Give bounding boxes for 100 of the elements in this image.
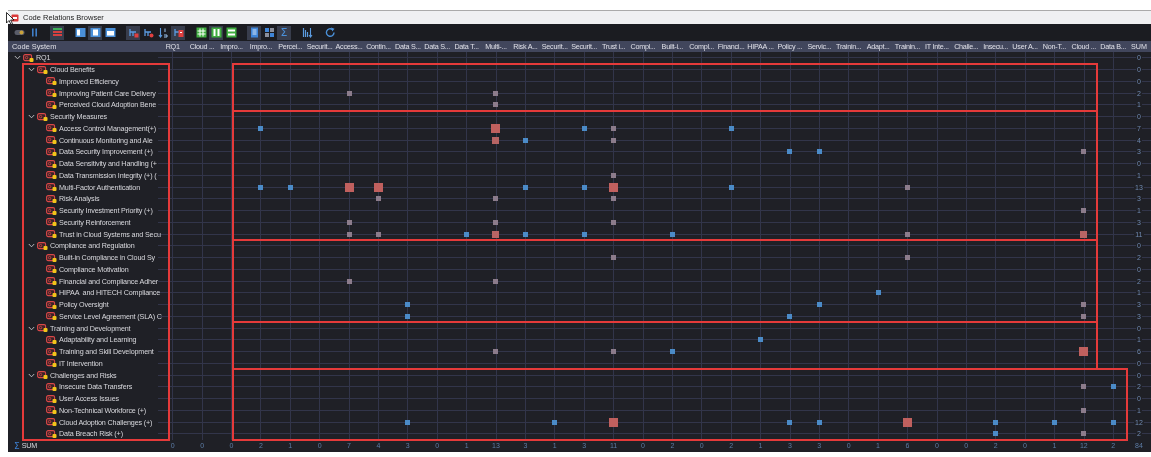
relation-marker[interactable] — [258, 125, 264, 131]
relation-marker[interactable] — [669, 349, 675, 355]
relation-marker[interactable] — [1110, 384, 1116, 390]
relation-marker[interactable] — [875, 290, 881, 296]
panel-icon — [104, 27, 116, 38]
relation-marker[interactable] — [1080, 230, 1088, 238]
relation-marker[interactable] — [902, 417, 912, 427]
tiles-button[interactable] — [262, 25, 276, 40]
relation-marker[interactable] — [1081, 431, 1087, 437]
relation-marker[interactable] — [611, 137, 617, 143]
relation-marker[interactable] — [904, 255, 910, 261]
relation-marker[interactable] — [1081, 208, 1087, 214]
document-button[interactable] — [247, 25, 261, 40]
relation-marker[interactable] — [904, 231, 910, 237]
columns-button[interactable] — [209, 25, 223, 40]
code-icon — [46, 159, 57, 168]
relation-marker[interactable] — [493, 278, 499, 284]
relation-marker[interactable] — [493, 349, 499, 355]
relation-marker[interactable] — [287, 184, 293, 190]
relation-marker[interactable] — [816, 149, 822, 155]
relation-marker[interactable] — [375, 231, 381, 237]
chevron-icon[interactable] — [28, 324, 35, 332]
nodes-button[interactable] — [126, 25, 140, 40]
relation-marker[interactable] — [522, 137, 528, 143]
relation-marker[interactable] — [552, 419, 558, 425]
relation-marker[interactable] — [464, 231, 470, 237]
relation-marker[interactable] — [816, 419, 822, 425]
relation-marker[interactable] — [1081, 407, 1087, 413]
relation-marker[interactable] — [493, 196, 499, 202]
code-icon — [46, 265, 57, 274]
number-sort-button[interactable] — [156, 25, 170, 40]
relation-marker[interactable] — [993, 431, 999, 437]
relation-marker[interactable] — [375, 196, 381, 202]
chevron-icon[interactable] — [28, 113, 35, 121]
code-icon — [46, 77, 57, 86]
relation-marker[interactable] — [611, 349, 617, 355]
chevron-icon[interactable] — [28, 371, 35, 379]
relation-marker[interactable] — [493, 219, 499, 225]
relation-marker[interactable] — [611, 172, 617, 178]
relation-marker[interactable] — [787, 149, 793, 155]
relation-marker[interactable] — [1081, 313, 1087, 319]
relation-marker[interactable] — [492, 136, 500, 144]
nodes-button[interactable] — [171, 25, 185, 40]
nodes-icon — [172, 27, 184, 38]
relation-marker[interactable] — [609, 182, 619, 192]
relation-marker[interactable] — [728, 184, 734, 190]
relation-marker[interactable] — [993, 419, 999, 425]
relation-marker[interactable] — [581, 231, 587, 237]
relation-marker[interactable] — [787, 313, 793, 319]
chevron-icon[interactable] — [28, 66, 35, 74]
relation-marker[interactable] — [1110, 419, 1116, 425]
relation-marker[interactable] — [405, 419, 411, 425]
relation-marker[interactable] — [611, 219, 617, 225]
relation-marker[interactable] — [491, 123, 501, 133]
relation-marker[interactable] — [346, 90, 352, 96]
panel-button[interactable] — [103, 25, 117, 40]
relation-marker[interactable] — [1081, 302, 1087, 308]
code-icon — [46, 136, 57, 145]
chevron-icon[interactable] — [14, 54, 21, 62]
relation-marker[interactable] — [728, 125, 734, 131]
stacked-bars-button[interactable] — [50, 25, 64, 40]
relation-marker[interactable] — [346, 219, 352, 225]
relation-marker[interactable] — [492, 230, 500, 238]
sort-button[interactable] — [300, 25, 314, 40]
relation-marker[interactable] — [405, 302, 411, 308]
relation-marker[interactable] — [816, 302, 822, 308]
relation-marker[interactable] — [1079, 347, 1089, 357]
relation-marker[interactable] — [581, 125, 587, 131]
relation-marker[interactable] — [1081, 149, 1087, 155]
code-icon — [46, 288, 57, 297]
relation-marker[interactable] — [493, 102, 499, 108]
relation-marker[interactable] — [581, 184, 587, 190]
relation-marker[interactable] — [258, 184, 264, 190]
relation-marker[interactable] — [758, 337, 763, 343]
grid-button[interactable] — [194, 25, 208, 40]
relation-marker[interactable] — [611, 125, 617, 131]
refresh-button[interactable] — [323, 25, 337, 40]
relation-marker[interactable] — [344, 182, 354, 192]
relation-marker[interactable] — [346, 231, 352, 237]
rows-button[interactable] — [224, 25, 238, 40]
relation-marker[interactable] — [904, 184, 910, 190]
relation-marker[interactable] — [373, 182, 383, 192]
relation-marker[interactable] — [522, 231, 528, 237]
relation-marker[interactable] — [611, 196, 617, 202]
relation-marker[interactable] — [346, 278, 352, 284]
relation-marker[interactable] — [522, 184, 528, 190]
chevron-icon[interactable] — [28, 242, 35, 250]
panel-button[interactable] — [88, 25, 102, 40]
relation-marker[interactable] — [787, 419, 793, 425]
relation-marker[interactable] — [493, 90, 499, 96]
panel-button[interactable] — [73, 25, 87, 40]
relation-marker[interactable] — [669, 231, 675, 237]
relation-marker[interactable] — [1081, 384, 1087, 390]
grid-icon — [195, 27, 207, 38]
relation-marker[interactable] — [1051, 419, 1057, 425]
relation-marker[interactable] — [611, 255, 617, 261]
relation-marker[interactable] — [405, 313, 411, 319]
relation-marker[interactable] — [609, 417, 619, 427]
code-icon — [46, 206, 57, 215]
nodes-icon — [142, 27, 154, 38]
